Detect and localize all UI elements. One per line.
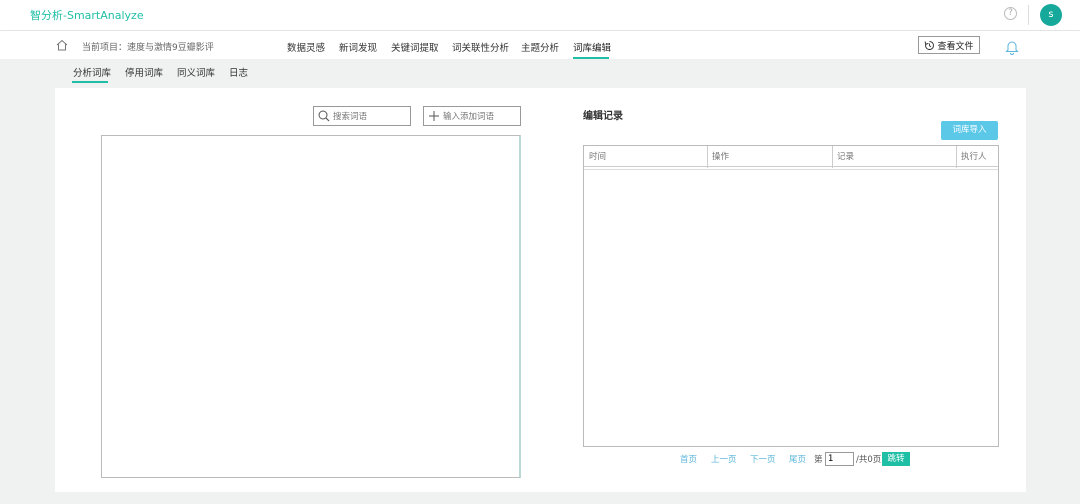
subtab-stopword-lexicon[interactable]: 停用词库: [125, 65, 163, 79]
subtab-log[interactable]: 日志: [229, 65, 248, 79]
page-prefix: 第: [814, 455, 823, 465]
help-icon[interactable]: ?: [1004, 7, 1017, 20]
tab-new-word-discovery[interactable]: 新词发现: [339, 40, 377, 54]
jump-button[interactable]: 跳转: [882, 452, 910, 466]
app-brand[interactable]: 智分析-SmartAnalyze: [30, 7, 144, 23]
subtab-synonym-lexicon[interactable]: 同义词库: [177, 65, 215, 79]
sub-tabs: 分析词库 停用词库 同义词库 日志: [0, 59, 1080, 85]
lexicon-import-button[interactable]: 词库导入: [941, 121, 998, 140]
column-divider: [832, 146, 833, 168]
tab-lexicon-edit[interactable]: 词库编辑: [573, 40, 611, 54]
view-file-button[interactable]: 查看文件: [918, 36, 980, 54]
column-header-action: 操作: [712, 152, 730, 162]
last-page-link[interactable]: 尾页: [789, 453, 806, 465]
tab-topic-analysis[interactable]: 主题分析: [521, 40, 559, 54]
tab-word-association[interactable]: 词关联性分析: [452, 40, 509, 54]
search-placeholder: 搜索词语: [333, 112, 368, 122]
add-placeholder: 输入添加词语: [443, 112, 495, 122]
column-header-executor: 执行人: [961, 152, 987, 162]
refresh-icon: [925, 40, 935, 50]
active-subtab-indicator: [72, 81, 108, 83]
total-pages-label: /共0页: [856, 455, 882, 465]
nav-bar: 当前项目：速度与激情9豆瓣影评 数据灵感 新词发现 关键词提取 词关联性分析 主…: [0, 31, 1080, 59]
bell-icon[interactable]: [1005, 39, 1019, 55]
plus-icon: [429, 111, 439, 121]
column-divider: [956, 146, 957, 168]
first-page-link[interactable]: 首页: [680, 453, 697, 465]
user-avatar[interactable]: s: [1040, 4, 1062, 26]
word-list-area[interactable]: [101, 135, 521, 478]
edit-records-table: 时间 操作 记录 执行人: [583, 145, 999, 447]
edit-records-title: 编辑记录: [583, 111, 623, 122]
home-icon[interactable]: [56, 39, 68, 51]
top-divider: [1028, 5, 1029, 25]
top-bar: 智分析-SmartAnalyze ? s: [0, 0, 1080, 30]
search-icon: [318, 110, 330, 122]
column-divider: [707, 146, 708, 168]
next-page-link[interactable]: 下一页: [750, 453, 776, 465]
table-header: 时间 操作 记录 执行人: [584, 146, 998, 168]
column-header-time: 时间: [589, 152, 607, 162]
page-number-input[interactable]: [825, 452, 854, 466]
search-word-input[interactable]: 搜索词语: [313, 106, 411, 126]
column-header-record: 记录: [837, 152, 855, 162]
tab-keyword-extraction[interactable]: 关键词提取: [391, 40, 439, 54]
add-word-input[interactable]: 输入添加词语: [423, 106, 521, 126]
prev-page-link[interactable]: 上一页: [711, 453, 737, 465]
current-project-label: 当前项目：速度与激情9豆瓣影评: [82, 43, 214, 53]
view-file-label: 查看文件: [937, 41, 974, 52]
subtab-analysis-lexicon[interactable]: 分析词库: [73, 65, 111, 79]
header-divider: [584, 169, 998, 170]
tab-data-inspiration[interactable]: 数据灵感: [287, 40, 325, 54]
